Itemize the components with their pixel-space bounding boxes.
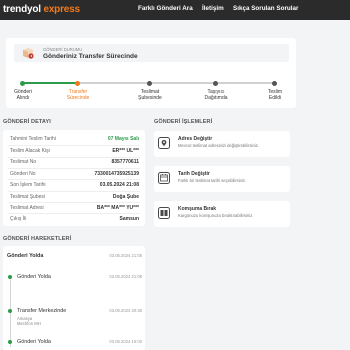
movements-section-title: GÖNDERİ HAREKETLERİ xyxy=(3,236,72,242)
movement-date-1: 03.05.2024 21:08 xyxy=(109,274,142,279)
step-label-distribution: Taşıyıcı Dağıtımda xyxy=(204,89,228,101)
package-transfer-icon xyxy=(23,48,34,59)
change-date-title: Tarih Değiştir xyxy=(178,171,210,177)
status-label: GÖNDERİ DURUMU xyxy=(43,47,83,52)
actions-section-title: GÖNDERİ İŞLEMLERİ xyxy=(154,119,213,125)
details-section-title: GÖNDERİ DETAYI xyxy=(3,119,51,125)
movement-title-1: Gönderi Yolda xyxy=(17,274,51,280)
shipment-movements-card: Gönderi Yolda 03.05.2024 21:08 Gönderi Y… xyxy=(3,246,145,350)
trendyol-express-logo[interactable]: trendyol express xyxy=(3,4,80,15)
detail-value-estimated-date: 07 Mayıs Salı xyxy=(107,136,139,142)
detail-label-recipient: Teslim Alacak Kişi xyxy=(10,148,50,154)
detail-label-last-action: Son İşlem Tarihi xyxy=(10,182,46,188)
nav-link-contact[interactable]: İletişim xyxy=(202,5,224,12)
detail-label-estimated-date: Tahmini Teslim Tarihi xyxy=(10,136,56,142)
shipment-details-card: Tahmini Teslim Tarihi 07 Mayıs Salı Tesl… xyxy=(3,130,145,226)
detail-value-last-action: 03.05.2024 21:08 xyxy=(99,182,139,188)
step-dot-distribution xyxy=(213,80,218,86)
change-address-button[interactable]: Adres Değiştir Mevcut teslimat adresiniz… xyxy=(154,131,290,157)
step-label-branch: Teslimat Şubesinde xyxy=(138,89,162,101)
location-pin-icon xyxy=(158,137,170,149)
detail-value-recipient: ER*** UL*** xyxy=(112,148,139,154)
movement-latest-date: 03.05.2024 21:08 xyxy=(109,253,142,258)
detail-value-delivery-no: 8357770611 xyxy=(111,159,139,165)
detail-value-branch: Doğa Şube xyxy=(112,194,139,200)
detail-value-shipment-no: 7330014735925139 xyxy=(94,171,140,177)
change-date-desc: Farklı bir teslimat tarihi seçebilirsini… xyxy=(178,178,247,183)
detail-value-origin-city: Samsun xyxy=(119,216,139,222)
movement-date-3: 03.05.2024 15:03 xyxy=(109,339,142,344)
timeline-dot-3 xyxy=(8,340,12,344)
timeline-dot-2 xyxy=(8,309,12,313)
calendar-icon xyxy=(158,172,170,184)
nav-link-search-other[interactable]: Farklı Gönderi Ara xyxy=(138,5,193,12)
leave-with-neighbor-button[interactable]: Komşuma Bırak Kargonuzu komşunuza bırakt… xyxy=(154,201,290,227)
leave-with-neighbor-title: Komşuma Bırak xyxy=(178,206,217,212)
status-title: Gönderiniz Transfer Sürecinde xyxy=(43,53,138,60)
detail-label-address: Teslimat Adresi xyxy=(10,205,44,211)
step-label-delivered: Teslim Edildi xyxy=(267,89,283,101)
step-dot-delivered xyxy=(272,80,277,86)
change-address-title: Adres Değiştir xyxy=(178,136,213,142)
detail-label-branch: Teslimat Şubesi xyxy=(10,194,46,200)
status-header: GÖNDERİ DURUMU Gönderiniz Transfer Sürec… xyxy=(14,44,289,62)
change-date-button[interactable]: Tarih Değiştir Farklı bir teslimat tarih… xyxy=(154,166,290,192)
step-dot-branch xyxy=(147,80,152,86)
progress-line-done xyxy=(22,82,77,84)
timeline-line xyxy=(10,279,11,347)
movement-title-3: Gönderi Yolda xyxy=(17,339,51,345)
shipment-status-card: GÖNDERİ DURUMU Gönderiniz Transfer Sürec… xyxy=(6,38,296,108)
step-label-transfer: Transfer Sürecinde xyxy=(66,89,90,101)
top-header: trendyol express Farklı Gönderi Ara İlet… xyxy=(0,0,350,20)
step-label-received: Gönderi Alındı xyxy=(14,89,32,101)
progress-line-pending xyxy=(77,82,274,84)
movement-location-2: Amasya Merzifon MH xyxy=(17,316,41,326)
neighbor-home-icon xyxy=(158,207,170,219)
detail-value-address: BA*** MA*** YU*** xyxy=(96,205,139,211)
detail-label-origin-city: Çıkış İli xyxy=(10,216,27,222)
leave-with-neighbor-desc: Kargonuzu komşunuza bıraktırabilirsiniz. xyxy=(178,213,254,218)
movement-latest-title: Gönderi Yolda xyxy=(7,253,44,259)
change-address-desc: Mevcut teslimat adresinizi değiştirebili… xyxy=(178,143,259,148)
detail-label-shipment-no: Gönderi No xyxy=(10,171,36,177)
step-dot-transfer xyxy=(75,80,80,86)
timeline-dot-1 xyxy=(8,275,12,279)
nav-link-faq[interactable]: Sıkça Sorulan Sorular xyxy=(233,5,298,12)
step-dot-received xyxy=(20,80,25,86)
detail-label-delivery-no: Teslimat No xyxy=(10,159,37,165)
movement-title-2: Transfer Merkezinde xyxy=(17,308,67,314)
movement-date-2: 03.05.2024 20:48 xyxy=(109,308,142,313)
